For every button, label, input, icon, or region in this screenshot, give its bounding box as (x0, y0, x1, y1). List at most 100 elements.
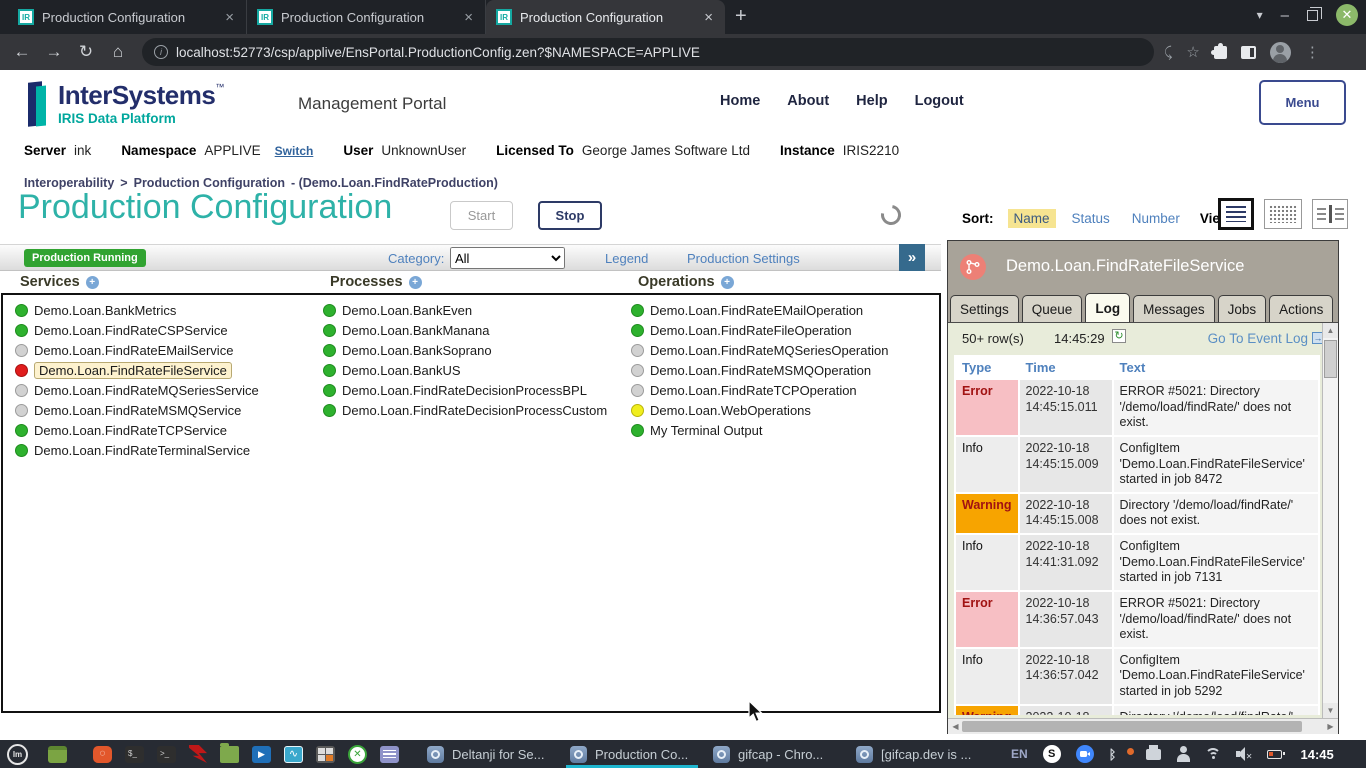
go-to-event-log-link[interactable]: Go To Event Log (1208, 331, 1308, 346)
calculator-icon[interactable] (316, 746, 335, 763)
config-item[interactable]: Demo.Loan.FindRateTCPService (15, 420, 259, 440)
scroll-up-arrow-icon[interactable]: ▲ (1323, 323, 1338, 338)
nav-link-help[interactable]: Help (856, 93, 887, 109)
skype-tray-icon[interactable]: S (1043, 745, 1061, 763)
extensions-icon[interactable] (1214, 46, 1227, 59)
scroll-down-arrow-icon[interactable]: ▼ (1323, 703, 1338, 718)
log-horizontal-scrollbar[interactable]: ◀ ▶ (948, 718, 1338, 734)
tab-close-icon[interactable]: × (702, 9, 715, 26)
config-item[interactable]: Demo.Loan.FindRateDecisionProcessCustom (323, 400, 607, 420)
terminal-icon-2[interactable]: >_ (157, 746, 176, 763)
config-item[interactable]: Demo.Loan.FindRateTerminalService (15, 440, 259, 460)
config-item[interactable]: Demo.Loan.FindRateMQSeriesService (15, 380, 259, 400)
config-item[interactable]: Demo.Loan.BankEven (323, 300, 607, 320)
vscode-icon[interactable]: ▶ (252, 746, 271, 763)
config-item[interactable]: Demo.Loan.FindRateEMailOperation (631, 300, 888, 320)
config-item[interactable]: Demo.Loan.FindRateMSMQService (15, 400, 259, 420)
browser-tab[interactable]: IRProduction Configuration× (8, 0, 247, 34)
notes-icon[interactable] (380, 746, 399, 763)
nav-link-home[interactable]: Home (720, 93, 760, 109)
panel-tab-queue[interactable]: Queue (1022, 295, 1083, 322)
browser-tab[interactable]: IRProduction Configuration× (486, 0, 725, 34)
system-monitor-icon[interactable]: ∿ (284, 746, 303, 763)
category-select[interactable]: All (450, 247, 565, 269)
expand-panel-button[interactable]: » (899, 244, 925, 271)
panel-tab-actions[interactable]: Actions (1269, 295, 1333, 322)
add-item-icon[interactable]: + (721, 276, 734, 289)
sort-option-name[interactable]: Name (1008, 209, 1056, 228)
taskbar-window-button[interactable]: gifcap - Chro... (707, 740, 850, 768)
tab-search-chevron-icon[interactable]: ▾ (1257, 8, 1263, 22)
browser-menu-icon[interactable]: ⋮ (1305, 43, 1320, 61)
profile-avatar[interactable] (1270, 42, 1291, 63)
volume-muted-icon[interactable]: ✕ (1236, 747, 1252, 761)
zoom-tray-icon[interactable] (1076, 745, 1094, 763)
config-item[interactable]: Demo.Loan.BankManana (323, 320, 607, 340)
menu-button[interactable]: Menu (1259, 80, 1346, 125)
panel-tab-jobs[interactable]: Jobs (1218, 295, 1267, 322)
user-tray-icon[interactable] (1176, 746, 1190, 762)
printer-icon[interactable] (1146, 749, 1161, 760)
log-vertical-scrollbar[interactable]: ▲ ▼ (1322, 323, 1338, 718)
sort-option-status[interactable]: Status (1066, 209, 1116, 228)
panel-tab-messages[interactable]: Messages (1133, 295, 1215, 322)
close-window-button[interactable]: ✕ (1336, 4, 1358, 26)
config-item[interactable]: Demo.Loan.FindRateMQSeriesOperation (631, 340, 888, 360)
battery-icon[interactable] (1267, 750, 1282, 759)
legend-link[interactable]: Legend (605, 251, 648, 266)
config-item[interactable]: Demo.Loan.FindRateTCPOperation (631, 380, 888, 400)
config-item[interactable]: Demo.Loan.FindRateFileOperation (631, 320, 888, 340)
sort-option-number[interactable]: Number (1126, 209, 1186, 228)
taskbar-window-button[interactable]: [gifcap.dev is ... (850, 740, 993, 768)
start-button[interactable]: Start (450, 201, 513, 230)
vertical-scroll-thumb[interactable] (1324, 340, 1337, 378)
stop-button[interactable]: Stop (538, 201, 602, 230)
tab-close-icon[interactable]: × (223, 9, 236, 26)
nav-link-about[interactable]: About (787, 93, 829, 109)
panel-tab-settings[interactable]: Settings (950, 295, 1019, 322)
folder-icon[interactable] (220, 746, 239, 763)
terminal-icon[interactable]: $_ (125, 746, 144, 763)
tab-close-icon[interactable]: × (462, 9, 475, 26)
list-view-icon[interactable] (1218, 198, 1254, 230)
new-tab-button[interactable]: + (735, 5, 747, 28)
scroll-right-arrow-icon[interactable]: ▶ (1323, 719, 1338, 734)
config-item[interactable]: Demo.Loan.FindRateCSPService (15, 320, 259, 340)
home-icon[interactable]: ⌂ (102, 42, 134, 62)
split-view-icon[interactable] (1312, 199, 1348, 229)
namespace-switch-link[interactable]: Switch (275, 144, 314, 158)
config-item[interactable]: Demo.Loan.BankMetrics (15, 300, 259, 320)
config-item[interactable]: Demo.Loan.WebOperations (631, 400, 888, 420)
deltanji-icon[interactable] (189, 745, 207, 763)
config-item[interactable]: Demo.Loan.FindRateFileService (15, 360, 259, 380)
minimize-button[interactable]: – (1281, 7, 1289, 24)
file-manager-icon[interactable] (48, 746, 67, 763)
address-bar[interactable]: i localhost:52773/csp/applive/EnsPortal.… (142, 38, 1154, 66)
config-item[interactable]: Demo.Loan.BankUS (323, 360, 607, 380)
forward-icon[interactable]: → (38, 42, 70, 62)
config-item[interactable]: Demo.Loan.FindRateMSMQOperation (631, 360, 888, 380)
sidebar-toggle-icon[interactable] (1241, 46, 1256, 59)
panel-tab-log[interactable]: Log (1085, 293, 1130, 322)
browser-tab[interactable]: IRProduction Configuration× (247, 0, 486, 34)
share-icon[interactable]: ⤹ (1164, 44, 1172, 61)
bluetooth-icon[interactable]: ᛒ (1109, 747, 1117, 762)
scroll-left-arrow-icon[interactable]: ◀ (948, 719, 963, 734)
site-info-icon[interactable]: i (154, 45, 168, 59)
orange-app-icon[interactable]: ◌ (93, 746, 112, 763)
add-item-icon[interactable]: + (86, 276, 99, 289)
config-item[interactable]: Demo.Loan.FindRateEMailService (15, 340, 259, 360)
grid-view-icon[interactable] (1264, 199, 1302, 229)
config-item[interactable]: Demo.Loan.FindRateDecisionProcessBPL (323, 380, 607, 400)
log-refresh-icon[interactable]: ↻ (1112, 329, 1126, 343)
config-item[interactable]: Demo.Loan.BankSoprano (323, 340, 607, 360)
language-indicator[interactable]: EN (1011, 747, 1028, 761)
back-icon[interactable]: ← (6, 42, 38, 62)
mint-menu-icon[interactable]: lm (7, 744, 28, 765)
config-item[interactable]: My Terminal Output (631, 420, 888, 440)
horizontal-scroll-thumb[interactable] (962, 721, 1302, 732)
xterm-icon[interactable]: ✕ (348, 745, 367, 764)
taskbar-window-button[interactable]: Deltanji for Se... (421, 740, 564, 768)
bookmark-star-icon[interactable]: ☆ (1186, 43, 1199, 61)
nav-link-logout[interactable]: Logout (915, 93, 964, 109)
